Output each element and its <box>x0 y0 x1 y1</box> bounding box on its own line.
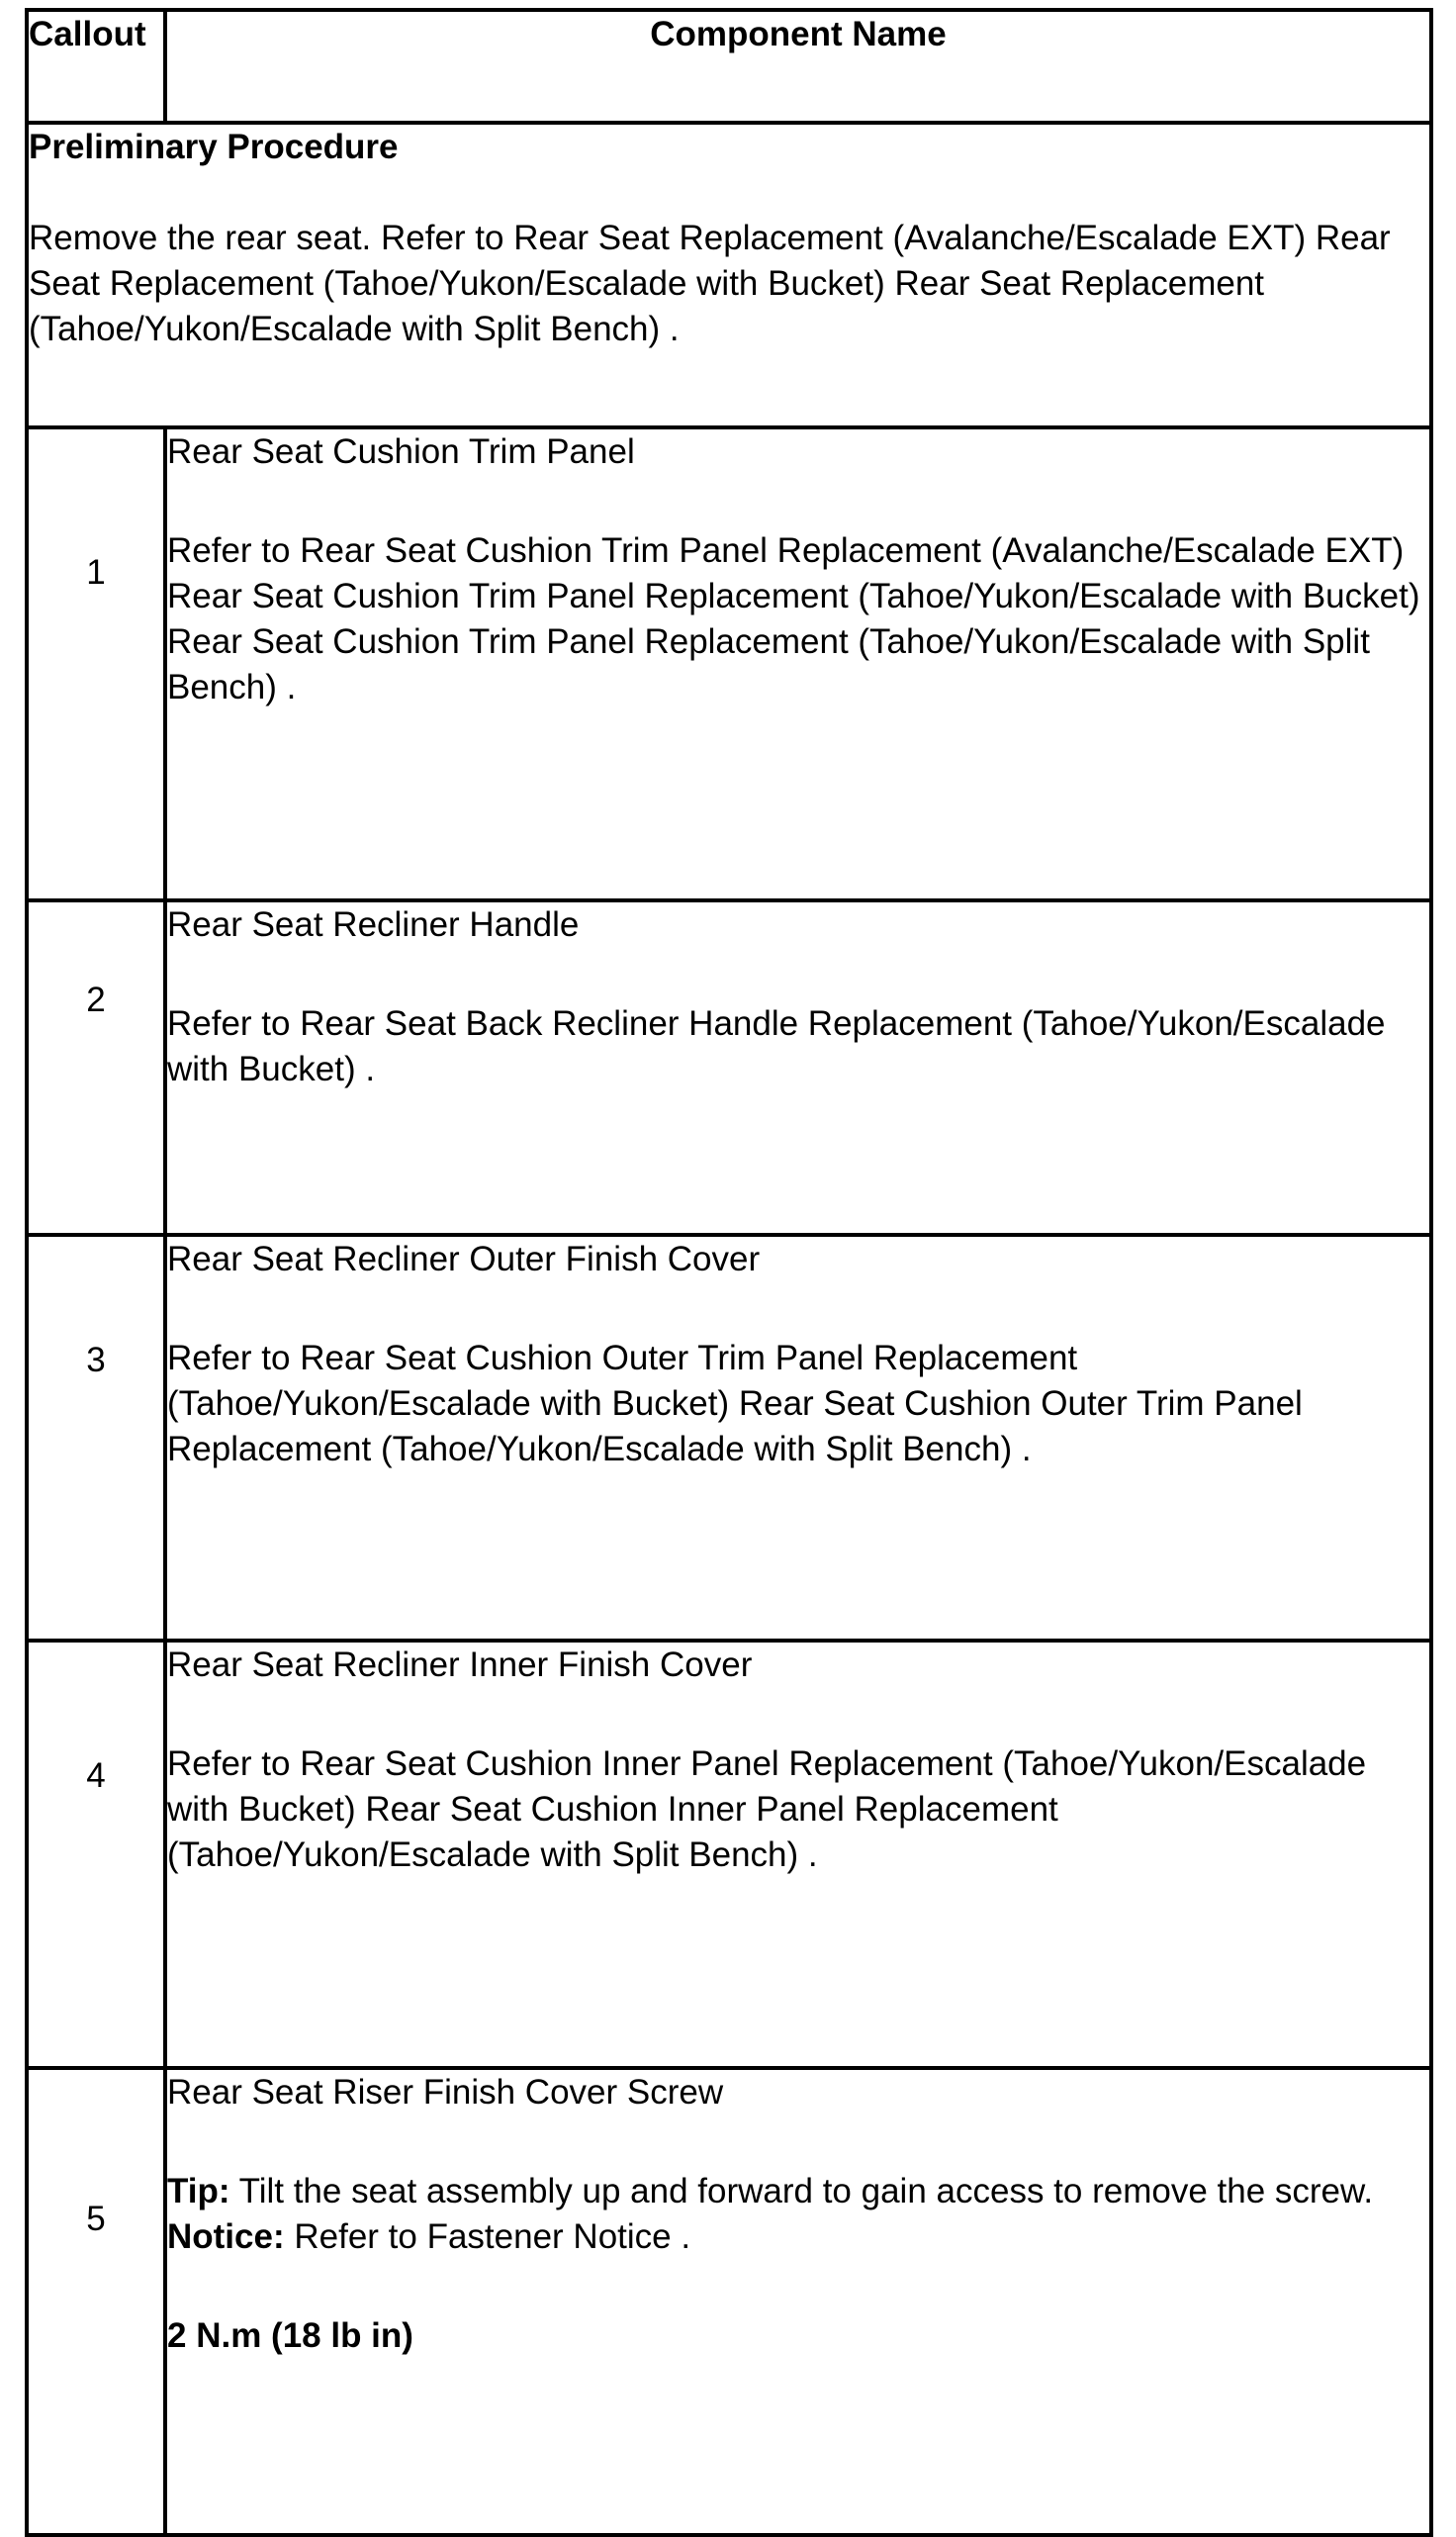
preliminary-text: Remove the rear seat. Refer to Rear Seat… <box>29 219 1391 348</box>
notice-text: Refer to Fastener Notice . <box>294 2217 691 2256</box>
component-reference: Refer to Rear Seat Cushion Trim Panel Re… <box>167 531 1420 706</box>
component-cell: Rear Seat Cushion Trim Panel Refer to Re… <box>163 425 1433 902</box>
preliminary-title: Preliminary Procedure <box>29 128 399 166</box>
component-name: Rear Seat Recliner Outer Finish Cover <box>167 1240 761 1278</box>
component-tip: Tip: Tilt the seat assembly up and forwa… <box>167 2169 1429 2260</box>
table-row: 4 Rear Seat Recliner Inner Finish Cover … <box>25 1639 1433 2070</box>
table-header-row: Callout Component Name <box>25 8 1433 125</box>
component-cell: Rear Seat Recliner Outer Finish Cover Re… <box>163 1233 1433 1643</box>
component-name: Rear Seat Riser Finish Cover Screw <box>167 2073 724 2112</box>
callout-number: 1 <box>25 425 167 902</box>
table-row: 3 Rear Seat Recliner Outer Finish Cover … <box>25 1233 1433 1643</box>
notice-label: Notice: <box>167 2217 285 2256</box>
callout-number: 4 <box>25 1639 167 2070</box>
preliminary-row: Preliminary Procedure Remove the rear se… <box>25 121 1433 429</box>
component-name: Rear Seat Recliner Handle <box>167 905 580 944</box>
preliminary-cell: Preliminary Procedure Remove the rear se… <box>25 121 1433 429</box>
component-reference: Refer to Rear Seat Cushion Outer Trim Pa… <box>167 1339 1303 1468</box>
tip-label: Tip: <box>167 2172 230 2210</box>
callout-table: Callout Component Name Preliminary Proce… <box>25 8 1433 2537</box>
component-cell: Rear Seat Riser Finish Cover Screw Tip: … <box>163 2066 1433 2537</box>
header-callout: Callout <box>25 8 167 125</box>
torque-spec: 2 N.m (18 lb in) <box>167 2316 413 2355</box>
table-row: 1 Rear Seat Cushion Trim Panel Refer to … <box>25 425 1433 902</box>
callout-number: 2 <box>25 898 167 1237</box>
component-reference: Refer to Rear Seat Cushion Inner Panel R… <box>167 1744 1367 1874</box>
component-cell: Rear Seat Recliner Handle Refer to Rear … <box>163 898 1433 1237</box>
table-row: 2 Rear Seat Recliner Handle Refer to Rea… <box>25 898 1433 1237</box>
callout-number: 3 <box>25 1233 167 1643</box>
component-cell: Rear Seat Recliner Inner Finish Cover Re… <box>163 1639 1433 2070</box>
component-name: Rear Seat Recliner Inner Finish Cover <box>167 1645 753 1684</box>
tip-text: Tilt the seat assembly up and forward to… <box>238 2172 1374 2210</box>
component-name: Rear Seat Cushion Trim Panel <box>167 432 635 471</box>
callout-number: 5 <box>25 2066 167 2537</box>
table-row: 5 Rear Seat Riser Finish Cover Screw Tip… <box>25 2066 1433 2537</box>
component-reference: Refer to Rear Seat Back Recliner Handle … <box>167 1004 1386 1088</box>
document-page: Callout Component Name Preliminary Proce… <box>0 0 1456 2537</box>
header-component-name: Component Name <box>163 8 1433 125</box>
